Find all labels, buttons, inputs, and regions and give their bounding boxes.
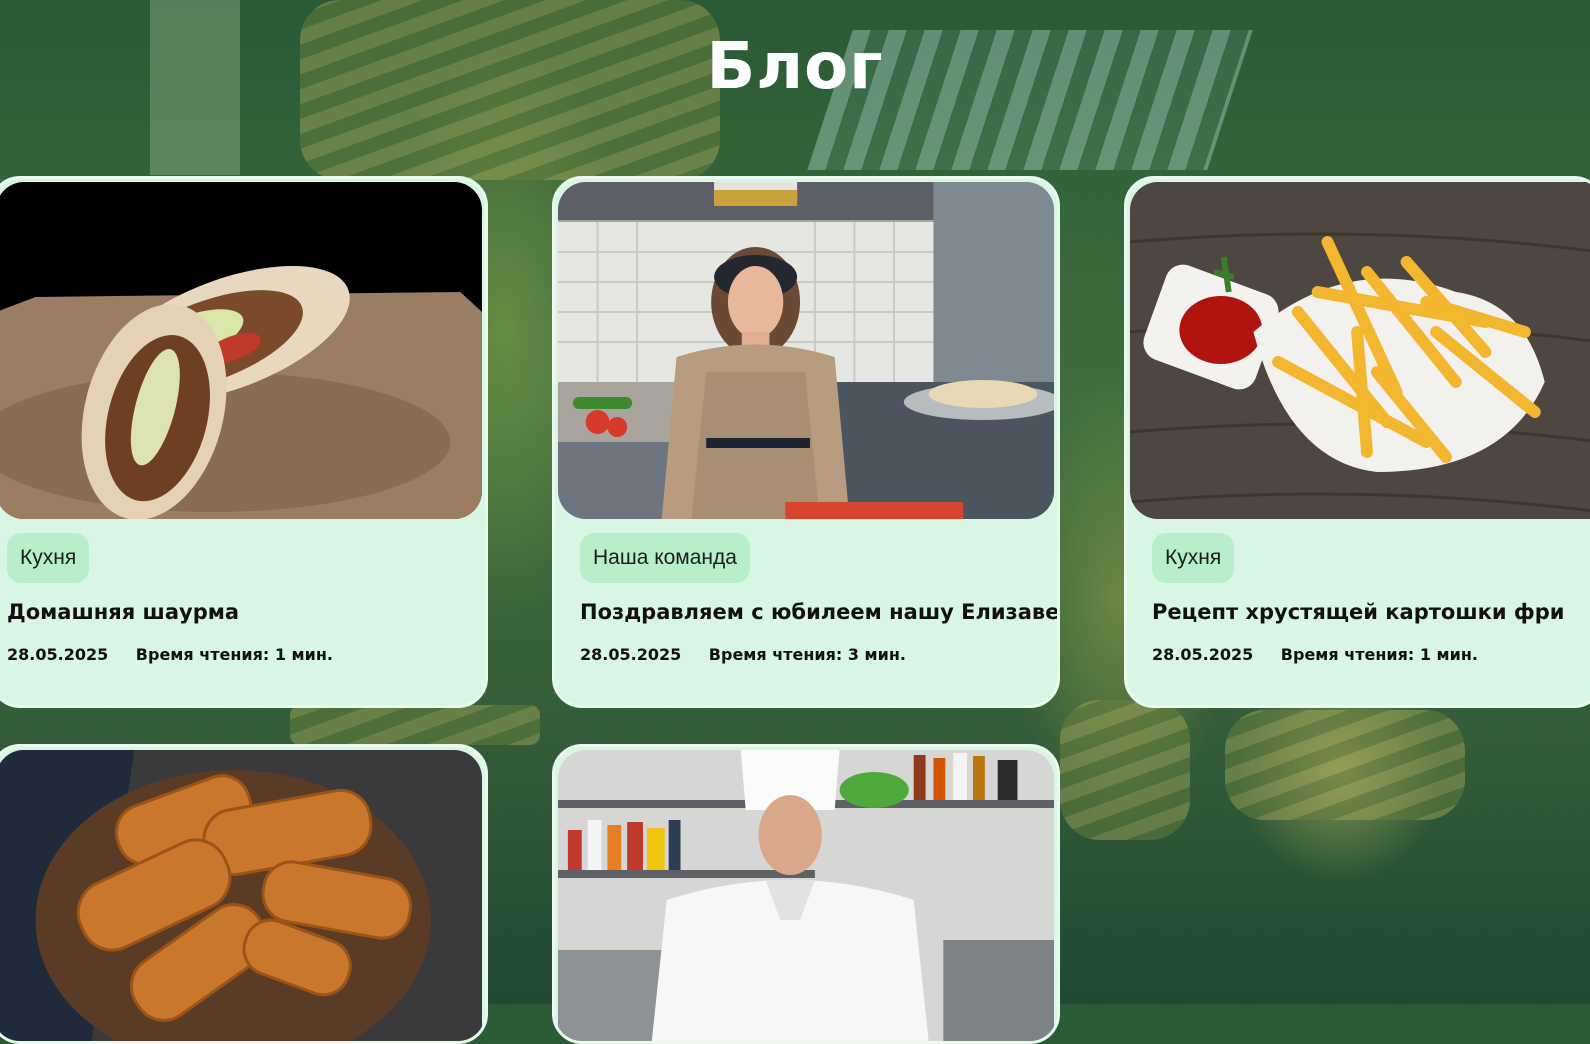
blog-card-image — [1130, 182, 1590, 519]
blog-card-chef[interactable] — [552, 744, 1060, 1044]
blog-card-meta: 28.05.2025 Время чтения: 1 мин. — [1152, 645, 1478, 664]
blog-card-read-time: Время чтения: 1 мин. — [135, 645, 333, 664]
blog-card-read-time: Время чтения: 3 мин. — [708, 645, 906, 664]
blog-card-nuggets[interactable] — [0, 744, 488, 1044]
blog-card-crispy-fries[interactable]: Кухня Рецепт хрустящей картошки фри 28.0… — [1124, 176, 1590, 708]
blog-card-homemade-shawarma[interactable]: Кухня Домашняя шаурма 28.05.2025 Время ч… — [0, 176, 488, 708]
blog-card-date: 28.05.2025 — [580, 645, 682, 664]
blog-card-tag[interactable]: Кухня — [7, 533, 90, 583]
blog-card-team-anniversary[interactable]: Наша команда Поздравляем с юбилеем нашу … — [552, 176, 1060, 708]
blog-card-image — [558, 182, 1054, 519]
blog-card-date: 28.05.2025 — [7, 645, 109, 664]
blog-card-title[interactable]: Домашняя шаурма — [7, 600, 239, 624]
blog-card-tag[interactable]: Кухня — [1152, 533, 1235, 583]
blog-card-image — [558, 750, 1054, 1041]
background-shawarma-spit — [1060, 700, 1190, 840]
blog-card-title[interactable]: Рецепт хрустящей картошки фри — [1152, 600, 1565, 624]
blog-card-image — [0, 182, 482, 519]
blog-card-date: 28.05.2025 — [1152, 645, 1254, 664]
background-shawarma-spit — [290, 705, 540, 745]
blog-card-meta: 28.05.2025 Время чтения: 1 мин. — [7, 645, 333, 664]
blog-card-read-time: Время чтения: 1 мин. — [1280, 645, 1478, 664]
page-title: Блог — [706, 30, 884, 104]
blog-card-title[interactable]: Поздравляем с юбилеем нашу Елизавету! — [580, 600, 1057, 624]
blog-card-meta: 28.05.2025 Время чтения: 3 мин. — [580, 645, 906, 664]
background-shawarma-spit — [1225, 710, 1465, 820]
blog-card-tag[interactable]: Наша команда — [580, 533, 750, 583]
blog-card-image — [0, 750, 482, 1041]
